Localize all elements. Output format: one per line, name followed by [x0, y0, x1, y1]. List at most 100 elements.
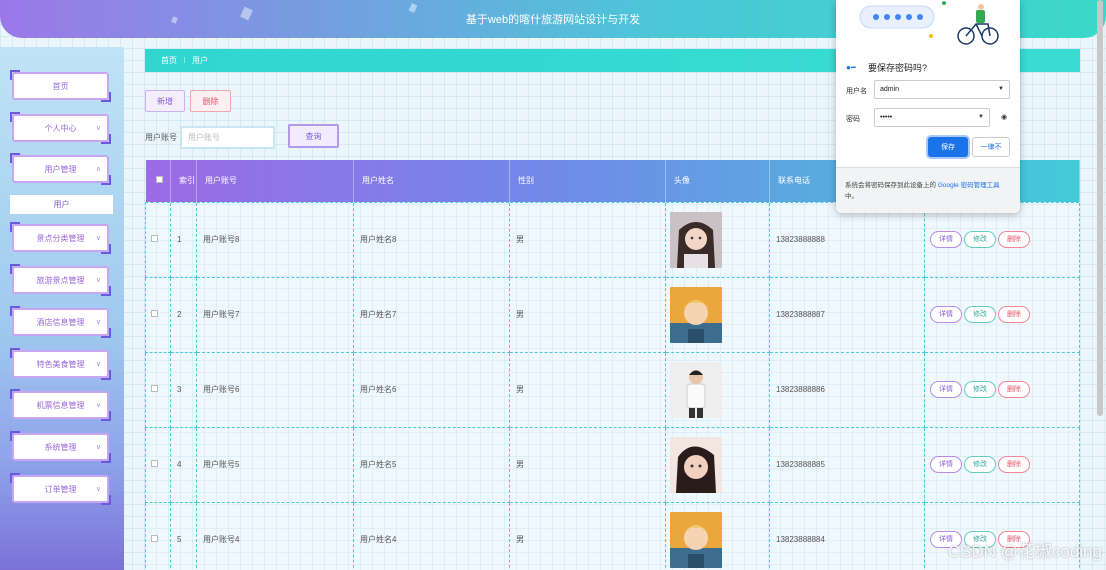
select-all-header — [145, 160, 171, 202]
avatar-cell — [665, 351, 770, 428]
avatar-cell — [665, 201, 770, 278]
sidebar-item-label: 个人中心 — [44, 123, 77, 133]
account-cell: 用户账号4 — [196, 501, 354, 570]
chevron-down-icon: ∨ — [95, 361, 101, 368]
account-cell: 用户账号6 — [196, 351, 354, 428]
row-checkbox[interactable] — [151, 310, 158, 317]
avatar — [670, 211, 722, 268]
detail-button[interactable]: 详情 — [930, 231, 962, 248]
user-table: 索引 用户账号 用户姓名 性别 头像 联系电话 1 用户账号8 用户姓名8 男 1382… — [145, 160, 1080, 570]
page-scrollbar[interactable] — [1097, 0, 1103, 416]
gender-cell: 男 — [509, 351, 666, 428]
add-button[interactable]: 新增 — [145, 90, 185, 112]
sidebar-item-spots[interactable]: 旅游景点管理 ∨ — [10, 264, 111, 296]
eye-icon[interactable]: ◉ — [1001, 113, 1007, 121]
footer-text: 系统会将密码保存到此设备上的 — [845, 182, 938, 189]
password-label: 密码 — [846, 116, 860, 123]
index-cell: 3 — [170, 351, 197, 428]
index-cell: 2 — [170, 276, 197, 353]
edit-button[interactable]: 修改 — [964, 456, 996, 473]
gender-cell: 男 — [509, 201, 666, 278]
column-header: 头像 — [665, 160, 770, 202]
chevron-down-icon: ∨ — [95, 402, 101, 409]
dialog-title: 要保存密码吗? — [868, 63, 928, 73]
search-input[interactable] — [180, 126, 275, 149]
save-password-dialog: ●━ 要保存密码吗? 用户名 admin ▼ 密码 ••••• ▼ ◉ 保存 一… — [836, 0, 1020, 213]
detail-button[interactable]: 详情 — [930, 456, 962, 473]
delete-button[interactable]: 删除 — [998, 231, 1030, 248]
sidebar-item-label: 用户管理 — [44, 164, 77, 174]
gender-cell: 男 — [509, 426, 666, 503]
table-row: 4 用户账号5 用户姓名5 男 13823888885 详情 修改 删除 — [145, 426, 1080, 503]
gender-cell: 男 — [509, 501, 666, 570]
breadcrumb-home[interactable]: 首页 — [161, 56, 177, 65]
dialog-footer: 系统会将密码保存到此设备上的 Google 密码管理工具中。 — [836, 167, 1020, 213]
column-header: 索引 — [170, 160, 197, 202]
sidebar-item-label: 机票信息管理 — [36, 400, 85, 410]
search-button[interactable]: 查询 — [288, 124, 339, 148]
sidebar-item-label: 首页 — [52, 81, 69, 91]
save-password-button[interactable]: 保存 — [928, 137, 968, 157]
chevron-down-icon: ∨ — [95, 277, 101, 284]
sidebar-item-label: 系统管理 — [44, 442, 77, 452]
gender-cell: 男 — [509, 276, 666, 353]
table-row: 3 用户账号6 用户姓名6 男 13823888886 详情 修改 删除 — [145, 351, 1080, 428]
sidebar-item-food[interactable]: 特色美食管理 ∨ — [10, 348, 111, 380]
chevron-down-icon: ∨ — [95, 486, 101, 493]
batch-delete-button[interactable]: 删除 — [190, 90, 231, 112]
detail-button[interactable]: 详情 — [930, 306, 962, 323]
column-header: 用户账号 — [196, 160, 354, 202]
sidebar-item-system[interactable]: 系统管理 ∨ — [10, 431, 111, 463]
table-row: 5 用户账号4 用户姓名4 男 13823888884 详情 修改 删除 — [145, 501, 1080, 570]
row-checkbox[interactable] — [151, 385, 158, 392]
breadcrumb-current: 用户 — [192, 56, 209, 65]
index-cell: 5 — [170, 501, 197, 570]
account-cell: 用户账号8 — [196, 201, 354, 278]
account-cell: 用户账号5 — [196, 426, 354, 503]
account-cell: 用户账号7 — [196, 276, 354, 353]
edit-button[interactable]: 修改 — [964, 306, 996, 323]
username-label: 用户名 — [846, 88, 867, 95]
sidebar-item-users[interactable]: 用户管理 ∧ — [10, 153, 111, 185]
avatar — [670, 436, 722, 493]
detail-button[interactable]: 详情 — [930, 381, 962, 398]
password-value: ••••• — [880, 114, 893, 121]
delete-button[interactable]: 删除 — [998, 381, 1030, 398]
edit-button[interactable]: 修改 — [964, 381, 996, 398]
edit-button[interactable]: 修改 — [964, 231, 996, 248]
sidebar-item-home[interactable]: 首页 — [10, 70, 111, 102]
password-field[interactable]: ••••• ▼ — [874, 108, 990, 127]
sidebar-item-hotels[interactable]: 酒店信息管理 ∨ — [10, 306, 111, 338]
sidebar-item-spot-category[interactable]: 景点分类管理 ∨ — [10, 222, 111, 254]
password-manager-link[interactable]: Google 密码管理工具 — [938, 182, 1000, 189]
key-icon: ●━ — [846, 63, 856, 72]
row-checkbox[interactable] — [151, 235, 158, 242]
chevron-down-icon: ∨ — [95, 235, 101, 242]
breadcrumb-separator: ⁝ — [183, 56, 186, 65]
sidebar-item-orders[interactable]: 订单管理 ∨ — [10, 473, 111, 505]
name-cell: 用户姓名4 — [353, 501, 510, 570]
username-field[interactable]: admin ▼ — [874, 80, 1010, 99]
chevron-down-icon: ∨ — [95, 125, 101, 132]
sidebar-item-label: 订单管理 — [44, 484, 77, 494]
select-all-checkbox[interactable] — [155, 176, 163, 184]
avatar — [670, 511, 722, 568]
row-checkbox[interactable] — [151, 460, 158, 467]
row-select-cell — [145, 276, 171, 353]
delete-button[interactable]: 删除 — [998, 306, 1030, 323]
avatar-cell — [665, 501, 770, 570]
name-cell: 用户姓名8 — [353, 201, 510, 278]
delete-button[interactable]: 删除 — [998, 456, 1030, 473]
name-cell: 用户姓名7 — [353, 276, 510, 353]
caret-down-icon: ▼ — [978, 114, 984, 120]
sidebar-item-label: 景点分类管理 — [36, 233, 85, 243]
never-save-button[interactable]: 一律不 — [972, 137, 1010, 157]
username-value: admin — [880, 86, 900, 93]
avatar-cell — [665, 426, 770, 503]
sidebar-item-flights[interactable]: 机票信息管理 ∨ — [10, 389, 111, 421]
sidebar-subitem-user[interactable]: 用户 — [10, 195, 113, 214]
row-select-cell — [145, 426, 171, 503]
name-cell: 用户姓名5 — [353, 426, 510, 503]
row-checkbox[interactable] — [151, 535, 158, 542]
sidebar-item-profile[interactable]: 个人中心 ∨ — [10, 112, 111, 144]
